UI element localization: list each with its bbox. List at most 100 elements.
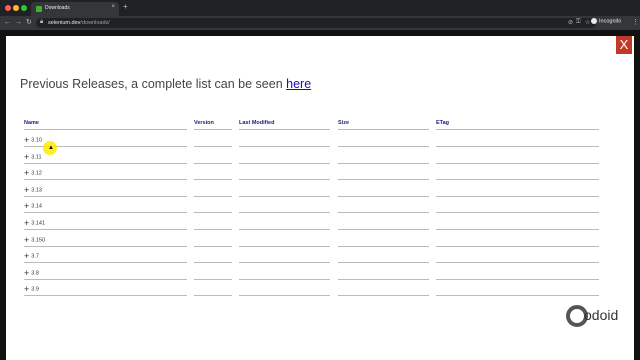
row-divider [24,245,187,247]
row-divider [194,195,232,197]
close-window-button[interactable] [5,5,11,11]
row-divider [194,262,232,264]
row-divider [194,146,232,147]
reload-icon[interactable]: ↻ [26,18,32,27]
expand-plus-icon: + [24,135,30,145]
row-divider [24,179,187,181]
expand-plus-icon: + [24,201,30,212]
row-divider [24,162,187,164]
row-divider [436,229,599,230]
row-divider [338,179,429,181]
row-divider [338,146,429,147]
expand-plus-icon: + [24,234,30,245]
here-link[interactable]: here [286,77,311,91]
row-divider [239,229,330,230]
release-row-toggle[interactable]: +3.141 [24,218,46,228]
incognito-profile[interactable]: Incognito [591,18,621,24]
column-header[interactable]: Size [338,120,349,126]
header-divider [436,129,599,130]
minimize-window-button[interactable] [13,5,19,11]
row-divider [436,162,599,164]
row-divider [338,212,429,214]
row-divider [194,245,232,247]
menu-icon[interactable]: ⋮ [632,18,639,26]
row-divider [436,262,599,264]
release-row-toggle[interactable]: +3.8 [24,267,39,278]
row-divider [194,212,232,214]
back-icon[interactable]: ← [4,18,11,27]
row-divider [338,195,429,197]
expand-plus-icon: + [24,168,30,179]
odoid-logo: odoid [566,305,636,329]
release-row-toggle[interactable]: +3.7 [24,252,39,261]
row-divider [239,245,330,247]
expand-plus-icon: + [24,184,30,195]
release-name: 3.150 [31,237,46,244]
selenium-favicon-icon [36,6,42,12]
row-divider [436,212,599,214]
logo-text: odoid [584,307,619,323]
release-row-toggle[interactable]: +3.13 [24,184,42,195]
row-divider [436,195,599,197]
release-name: 3.12 [31,170,42,177]
row-divider [239,262,330,264]
release-name: 3.141 [31,220,46,227]
row-divider [24,278,187,280]
browser-tab-bar: Downloads × + [0,0,640,16]
row-divider [239,278,330,280]
row-divider [239,162,330,164]
key-icon[interactable]: ⚿ [576,19,581,26]
row-divider [338,278,429,280]
url-text: selenium.dev/downloads/ [48,20,110,26]
new-tab-icon[interactable]: + [123,3,128,11]
row-divider [338,162,429,164]
release-row-toggle[interactable]: +3.9 [24,284,39,295]
modal-heading: Previous Releases, a complete list can b… [20,77,312,91]
star-icon[interactable]: ☆ [585,19,590,26]
release-name: 3.9 [31,286,39,293]
header-divider [338,129,429,130]
row-divider [239,295,330,297]
column-header[interactable]: ETag [436,120,449,126]
column-header[interactable]: Last Modified [239,120,274,126]
maximize-window-button[interactable] [21,5,27,11]
expand-plus-icon: + [24,267,30,278]
row-divider [338,262,429,264]
row-divider [194,229,232,230]
row-divider [24,262,187,264]
row-divider [239,195,330,197]
row-divider [338,245,429,247]
expand-plus-icon: + [24,151,30,162]
row-divider [24,212,187,214]
row-divider [194,295,232,297]
row-divider [24,195,187,197]
incognito-icon [591,18,597,24]
column-header[interactable]: Version [194,120,214,126]
browser-toolbar: ← → ↻ 🔒︎ selenium.dev/downloads/ ⊘ ⚿ ☆ [0,16,640,30]
modal-close-button[interactable]: X [616,36,632,54]
browser-tab[interactable]: Downloads × [31,2,119,16]
row-divider [24,295,187,297]
release-row-toggle[interactable]: +3.10 [24,135,42,145]
column-header[interactable]: Name [24,120,39,126]
release-row-toggle[interactable]: +3.11 [24,151,42,162]
release-name: 3.14 [31,203,42,210]
row-divider [436,295,599,297]
address-bar[interactable]: 🔒︎ selenium.dev/downloads/ ⊘ ⚿ ☆ [36,18,596,28]
expand-plus-icon: + [24,218,30,228]
tab-close-icon[interactable]: × [111,4,115,10]
release-row-toggle[interactable]: +3.150 [24,234,46,245]
row-divider [338,229,429,230]
expand-plus-icon: + [24,284,30,295]
row-divider [436,146,599,147]
release-row-toggle[interactable]: +3.12 [24,168,42,179]
forward-icon[interactable]: → [15,18,22,27]
row-divider [194,179,232,181]
release-row-toggle[interactable]: +3.14 [24,201,42,212]
header-divider [194,129,232,130]
release-name: 3.13 [31,187,42,194]
tab-title: Downloads [45,5,70,11]
row-divider [194,278,232,280]
eye-slash-icon[interactable]: ⊘ [568,19,573,26]
header-divider [239,129,330,130]
